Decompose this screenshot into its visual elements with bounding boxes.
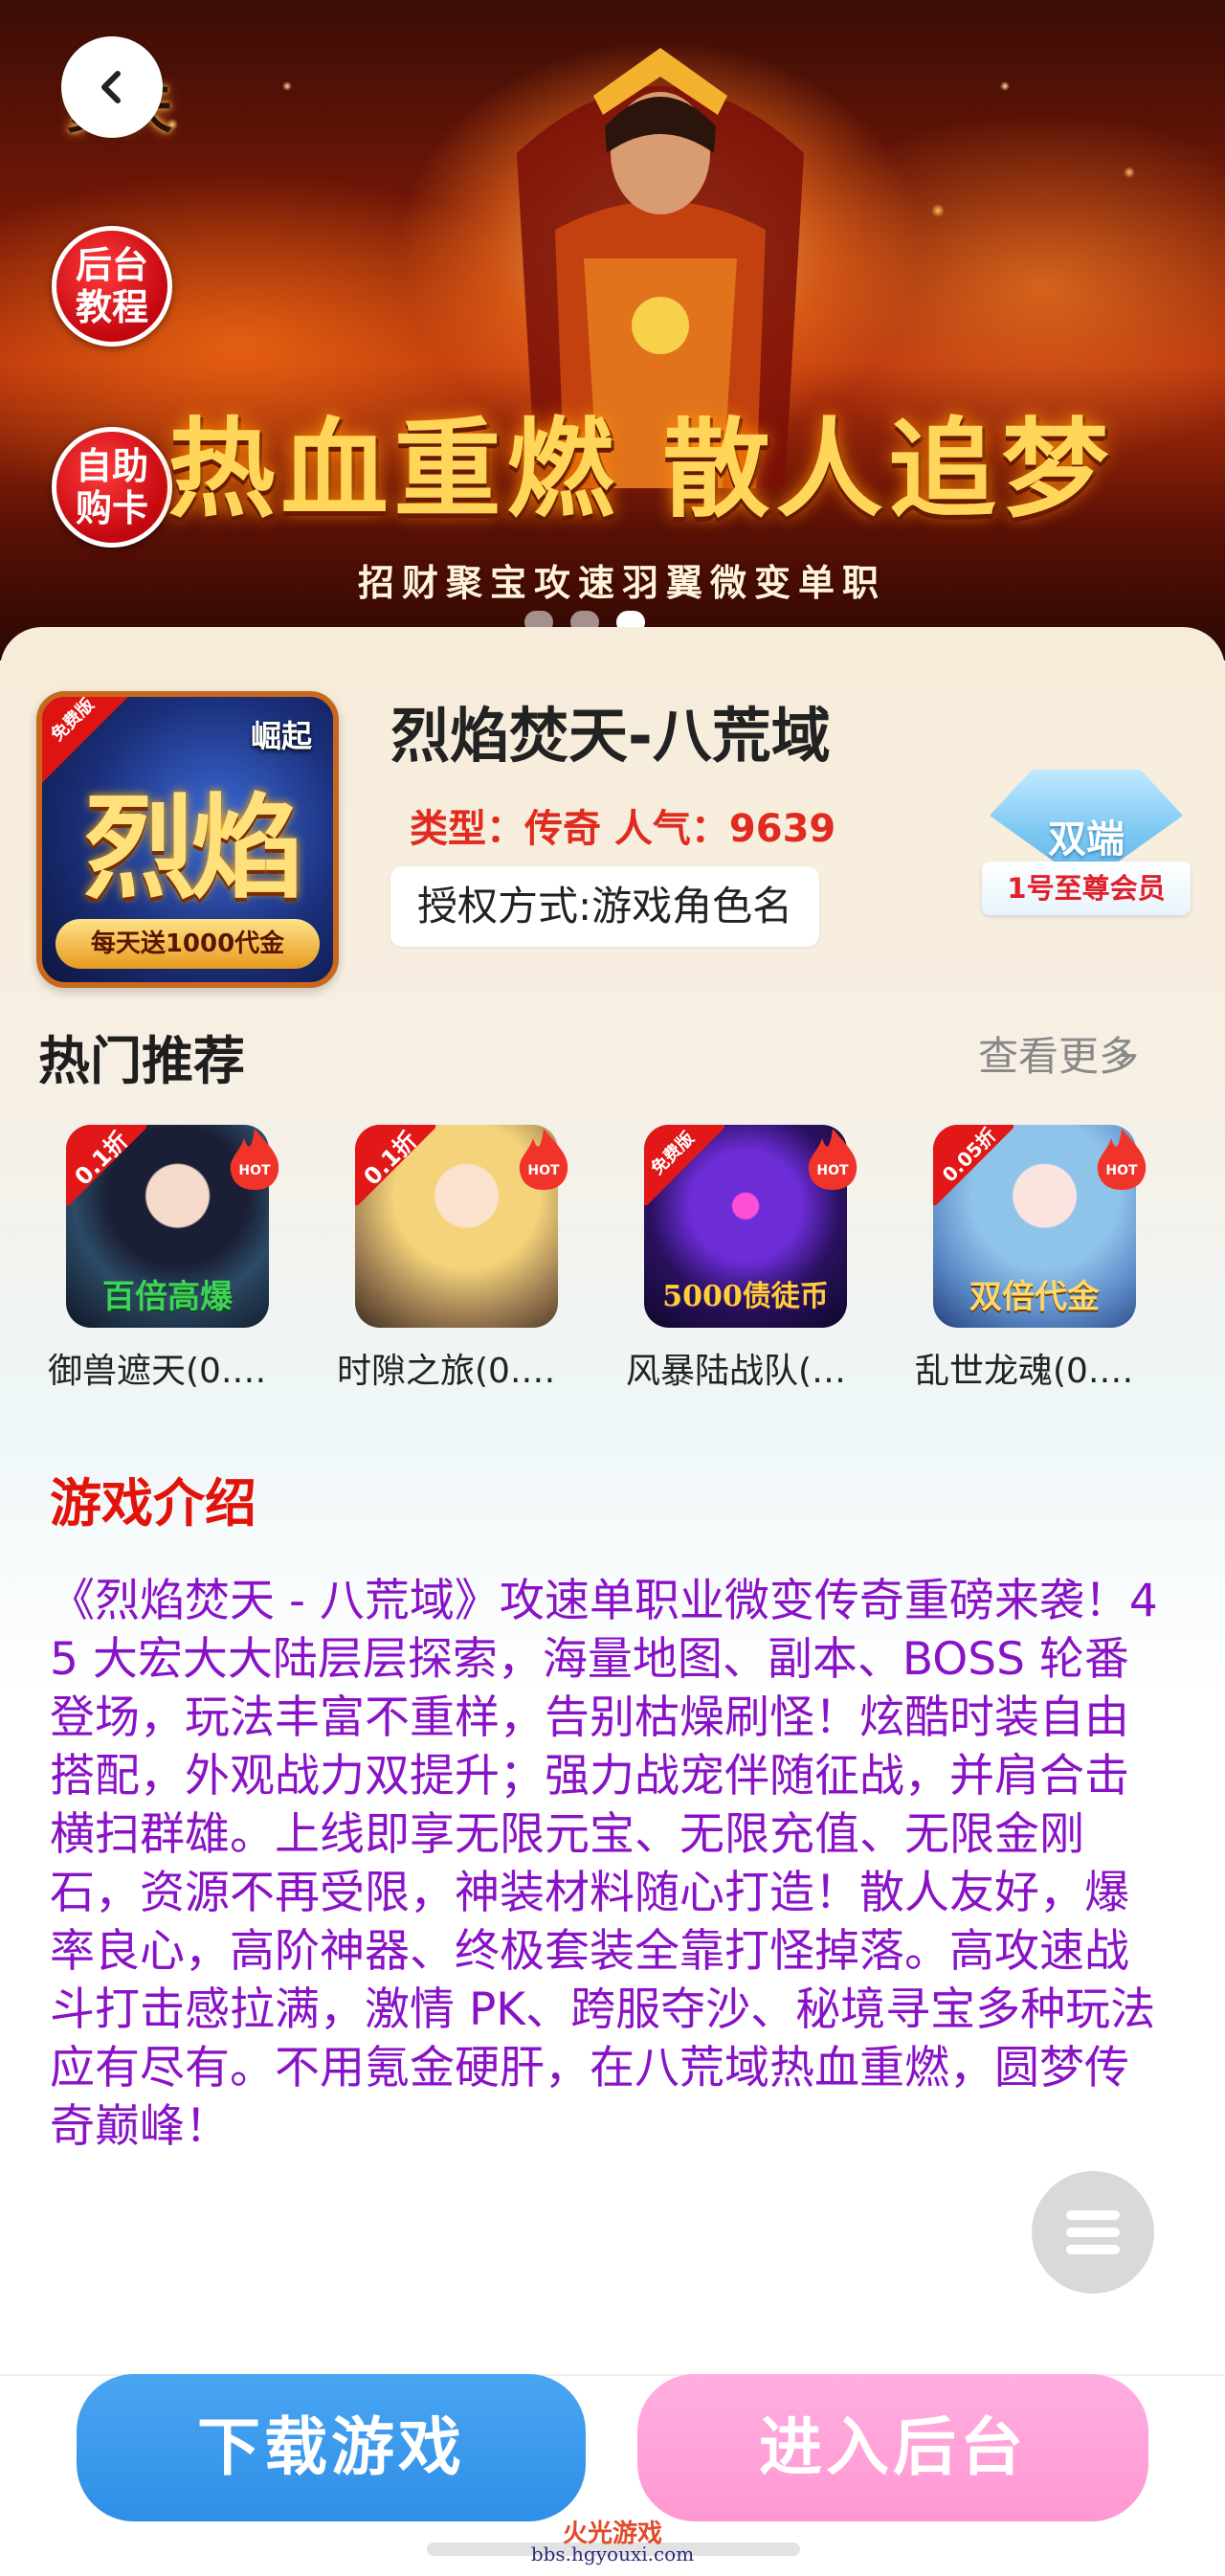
recommend-item[interactable]: 0.1折 HOT 时隙之旅(0.1折)	[337, 1125, 576, 1393]
svg-text:HOT: HOT	[816, 1163, 849, 1178]
free-version-tag: 免费版	[644, 1125, 724, 1205]
flame-icon: HOT	[519, 1129, 568, 1190]
recommend-banner-text: 双倍代金	[969, 1278, 1100, 1316]
watermark-url: bbs.hgyouxi.com	[530, 2542, 695, 2565]
self-purchase-card-badge[interactable]: 自助购卡	[52, 427, 172, 548]
hero-banner[interactable]: 焚天 后台教程 自助购卡 热血重燃 散人追梦 招财聚宝攻速羽翼微变单职	[0, 0, 1225, 661]
intro-text: 《烈焰焚天 - 八荒域》攻速单职业微变传奇重磅来袭！45 大宏大大陆层层探索，海…	[50, 1575, 1158, 2153]
recommend-item[interactable]: 百倍高爆 0.1折 HOT 御兽遮天(0.1折)	[48, 1125, 287, 1393]
back-button[interactable]	[61, 36, 163, 138]
game-icon-name: 烈焰	[82, 781, 303, 914]
recommend-name[interactable]: 乱世龙魂(0.05折)	[915, 1343, 1154, 1393]
recommend-thumbnail[interactable]: 5000债徒币 免费版 HOT	[644, 1125, 858, 1328]
game-detail-page: 焚天 后台教程 自助购卡 热血重燃 散人追梦 招财聚宝攻速羽翼微变单职 免费版 …	[0, 0, 1225, 2576]
chevron-left-icon	[101, 71, 121, 103]
hot-section-title: 热门推荐	[38, 1031, 245, 1091]
recommend-thumbnail[interactable]: 双倍代金 0.05折 HOT	[933, 1124, 1147, 1328]
recommend-banner-text: 5000债徒币	[662, 1280, 829, 1313]
game-icon-rise-text: 崛起	[250, 718, 312, 754]
menu-icon	[1066, 2203, 1120, 2262]
discount-tag: 0.1折	[355, 1125, 435, 1205]
vip-ribbon: 1号至尊会员	[982, 862, 1191, 915]
flame-icon: HOT	[230, 1129, 279, 1190]
chevron-right-icon[interactable]: ›	[1116, 1028, 1133, 1080]
backend-tutorial-badge[interactable]: 后台教程	[52, 226, 172, 347]
download-game-button[interactable]: 下载游戏	[77, 2374, 586, 2521]
discount-tag: 0.1折	[66, 1125, 146, 1205]
recommend-thumbnail[interactable]: 0.1折 HOT	[355, 1125, 568, 1328]
floating-menu-button[interactable]	[1032, 2171, 1154, 2294]
vip-badge: 双端 1号至尊会员	[982, 770, 1191, 927]
auth-method-pill: 授权方式:游戏角色名	[390, 866, 820, 947]
recommend-thumbnail[interactable]: 百倍高爆 0.1折 HOT	[66, 1125, 279, 1328]
enter-backend-button[interactable]: 进入后台	[637, 2374, 1148, 2521]
recommend-item[interactable]: 5000债徒币 免费版 HOT 风暴陆战队(免费版)	[626, 1125, 865, 1393]
svg-text:HOT: HOT	[1105, 1163, 1138, 1178]
flame-icon: HOT	[808, 1129, 858, 1190]
see-more-link[interactable]: 查看更多	[978, 1024, 1139, 1083]
game-title: 烈焰焚天-八荒域	[390, 701, 831, 771]
intro-title: 游戏介绍	[50, 1473, 256, 1534]
game-icon-bottom-banner: 每天送1000代金	[56, 919, 320, 969]
flame-icon: HOT	[1097, 1129, 1147, 1190]
svg-text:HOT: HOT	[527, 1163, 560, 1178]
game-icon: 免费版 崛起 烈焰 每天送1000代金	[36, 691, 339, 988]
recommend-name[interactable]: 风暴陆战队(免费版)	[626, 1343, 865, 1393]
recommend-item[interactable]: 双倍代金 0.05折 HOT 乱世龙魂(0.05折)	[915, 1124, 1154, 1393]
svg-text:HOT: HOT	[238, 1163, 271, 1178]
discount-tag: 0.05折	[933, 1124, 1013, 1205]
banner-subtitle: 招财聚宝攻速羽翼微变单职	[357, 561, 886, 604]
game-meta: 类型：传奇 人气：9639	[410, 807, 836, 851]
banner-slogan: 热血重燃 散人追梦	[167, 407, 1115, 532]
recommend-banner-text: 百倍高爆	[102, 1278, 233, 1316]
recommend-name[interactable]: 御兽遮天(0.1折)	[48, 1343, 287, 1393]
recommend-name[interactable]: 时隙之旅(0.1折)	[337, 1343, 576, 1393]
